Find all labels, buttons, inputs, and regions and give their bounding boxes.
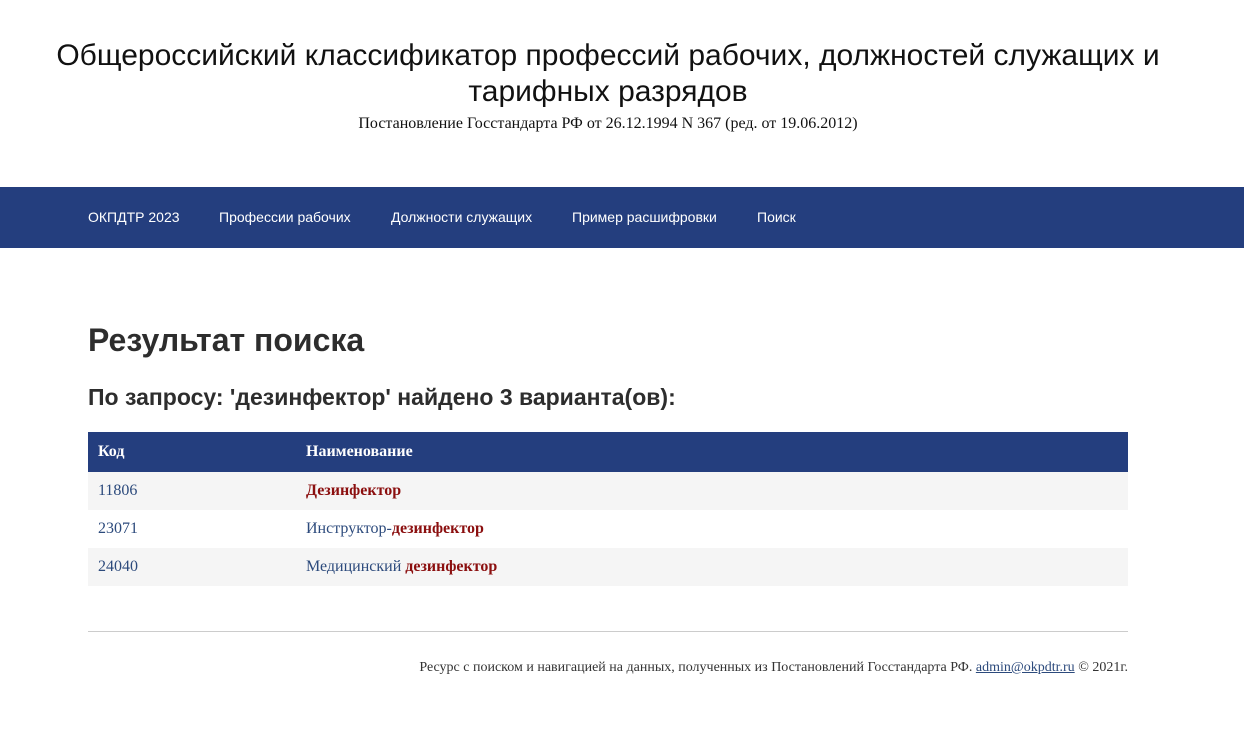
table-header-row: Код Наименование	[88, 432, 1128, 472]
site-title: Общероссийский классификатор профессий р…	[56, 39, 1160, 108]
table-row: 23071 Инструктор-дезинфектор	[88, 510, 1128, 548]
results-table: Код Наименование 11806 Дезинфектор 23071…	[88, 432, 1128, 586]
search-result-summary: По запросу: 'дезинфектор' найдено 3 вари…	[88, 384, 676, 410]
footer-email-link[interactable]: admin@okpdtr.ru	[976, 660, 1075, 675]
name-prefix: Медицинский	[306, 558, 406, 575]
column-header-name: Наименование	[296, 432, 1128, 472]
nav-item-search[interactable]: Поиск	[757, 187, 796, 248]
name-link[interactable]: Инструктор-дезинфектор	[306, 520, 484, 537]
table-cell-name: Медицинский дезинфектор	[296, 548, 1128, 586]
name-prefix: Инструктор-	[306, 520, 392, 537]
code-link[interactable]: 11806	[98, 482, 137, 499]
table-cell-code: 23071	[88, 510, 296, 548]
table-row: 11806 Дезинфектор	[88, 472, 1128, 510]
search-match-highlight: дезинфектор	[405, 558, 498, 575]
search-match-highlight: Дезинфектор	[306, 482, 402, 499]
column-header-code: Код	[88, 432, 296, 472]
main-nav: ОКПДТР 2023 Профессии рабочих Должности …	[0, 187, 1244, 248]
name-link[interactable]: Дезинфектор	[306, 482, 401, 499]
nav-item-worker-professions[interactable]: Профессии рабочих	[219, 187, 351, 248]
site-subtitle: Постановление Госстандарта РФ от 26.12.1…	[358, 115, 858, 132]
search-match-highlight: дезинфектор	[391, 520, 484, 537]
site-footer: Ресурс с поиском и навигацией на данных,…	[88, 659, 1128, 677]
name-link[interactable]: Медицинский дезинфектор	[306, 558, 497, 575]
table-row: 24040 Медицинский дезинфектор	[88, 548, 1128, 586]
code-link[interactable]: 23071	[98, 520, 138, 537]
footer-copyright: © 2021г.	[1078, 660, 1128, 675]
table-cell-name: Дезинфектор	[296, 472, 1128, 510]
nav-item-decoding-example[interactable]: Пример расшифровки	[572, 187, 717, 248]
page-title: Результат поиска	[88, 322, 365, 358]
nav-item-okpdtr-2023[interactable]: ОКПДТР 2023	[88, 187, 180, 248]
footer-divider	[88, 631, 1128, 632]
table-cell-name: Инструктор-дезинфектор	[296, 510, 1128, 548]
nav-item-employee-positions[interactable]: Должности служащих	[391, 187, 532, 248]
table-cell-code: 24040	[88, 548, 296, 586]
table-cell-code: 11806	[88, 472, 296, 510]
footer-text: Ресурс с поиском и навигацией на данных,…	[419, 660, 973, 675]
code-link[interactable]: 24040	[98, 558, 138, 575]
